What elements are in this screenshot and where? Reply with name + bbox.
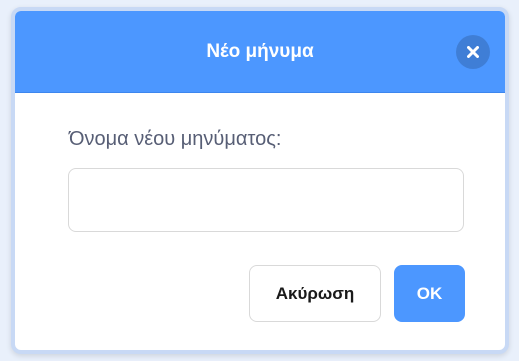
dialog-header: Νέο μήνυμα bbox=[15, 11, 505, 93]
message-name-label: Όνομα νέου μηνύματος: bbox=[69, 128, 282, 150]
close-icon bbox=[467, 46, 479, 58]
close-button[interactable] bbox=[456, 35, 490, 69]
dialog-title: Νέο μήνυμα bbox=[206, 41, 314, 62]
ok-button[interactable]: OK bbox=[394, 265, 465, 322]
new-message-dialog: Νέο μήνυμα Όνομα νέου μηνύματος: Ακύρωση… bbox=[11, 7, 509, 354]
message-name-input[interactable] bbox=[68, 168, 464, 232]
cancel-button[interactable]: Ακύρωση bbox=[249, 265, 381, 322]
